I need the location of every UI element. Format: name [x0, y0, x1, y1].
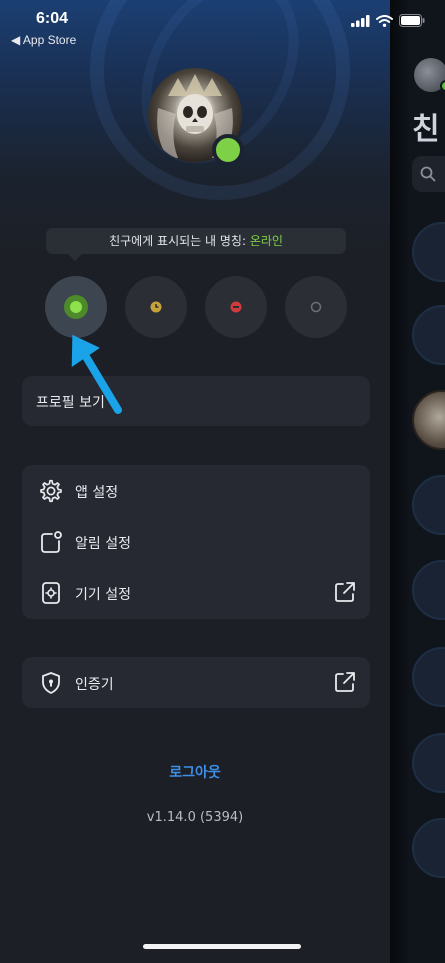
status-icons: [351, 14, 425, 27]
back-to-app-store[interactable]: ◀ App Store: [11, 33, 76, 47]
settings-card: 앱 설정 알림 설정 기기 설정: [22, 465, 370, 619]
friend-list-avatar[interactable]: [412, 647, 445, 707]
friend-list-avatar[interactable]: [412, 475, 445, 535]
app-settings-item[interactable]: 앱 설정: [22, 465, 370, 515]
friends-panel-search[interactable]: [412, 156, 445, 192]
gear-icon: [40, 479, 62, 503]
friends-panel-title: 친: [412, 112, 440, 147]
notification-settings-item[interactable]: 알림 설정: [22, 516, 370, 566]
app-settings-label: 앱 설정: [75, 485, 119, 501]
online-status-dot: [212, 134, 244, 166]
online-status-icon: [64, 295, 88, 319]
friends-panel-behind[interactable]: 친: [390, 0, 445, 963]
wifi-icon: [376, 14, 393, 27]
status-tooltip: 친구에게 표시되는 내 명칭: 온라인: [46, 228, 346, 254]
panel-shadow: [390, 0, 410, 963]
logout-button[interactable]: 로그아웃: [0, 762, 390, 782]
status-option-online[interactable]: [45, 276, 107, 338]
friends-panel-online-dot: [440, 80, 445, 92]
notification-icon: [41, 531, 62, 553]
authenticator-label: 인증기: [75, 677, 114, 693]
friend-list-avatar[interactable]: [412, 222, 445, 282]
external-link-icon: [335, 582, 355, 602]
profile-drawer: 친구에게 표시되는 내 명칭: 온라인 프로필 보기 앱 설정 알림 설정 기기…: [0, 0, 390, 963]
friend-list-avatar[interactable]: [412, 390, 445, 450]
status-bar: 6:04 ◀ App Store: [0, 0, 445, 50]
friend-list-avatar[interactable]: [412, 818, 445, 878]
authenticator-row[interactable]: 인증기: [22, 657, 370, 707]
device-settings-label: 기기 설정: [75, 587, 131, 603]
status-time: 6:04: [36, 10, 69, 27]
tooltip-pointer: [67, 253, 83, 261]
notification-settings-label: 알림 설정: [75, 536, 131, 552]
away-clock-icon: [150, 301, 162, 313]
external-link-icon: [335, 672, 355, 692]
home-indicator[interactable]: [143, 944, 301, 949]
friend-list-avatar[interactable]: [412, 560, 445, 620]
annotation-arrow-icon: [71, 334, 122, 414]
search-icon: [420, 166, 436, 182]
friend-list-avatar[interactable]: [412, 733, 445, 793]
status-option-busy[interactable]: [205, 276, 267, 338]
cellular-signal-icon: [351, 14, 370, 27]
battery-icon: [399, 14, 425, 27]
authenticator-item[interactable]: 인증기: [22, 657, 370, 708]
screen: 친 친구에게 표시되는 내 명칭: 온라인 프로필 보기 앱 설정 알림 설정 …: [0, 0, 445, 963]
status-option-away[interactable]: [125, 276, 187, 338]
offline-icon: [310, 301, 322, 313]
busy-icon: [230, 301, 242, 313]
version-text: v1.14.0 (5394): [146, 810, 244, 825]
status-tooltip-prefix: 친구에게 표시되는 내 명칭:: [109, 234, 250, 248]
shield-lock-icon: [42, 672, 60, 694]
device-settings-item[interactable]: 기기 설정: [22, 567, 370, 617]
status-option-offline[interactable]: [285, 276, 347, 338]
status-tooltip-value: 온라인: [249, 234, 283, 248]
friend-list-avatar[interactable]: [412, 305, 445, 365]
device-settings-icon: [42, 582, 60, 604]
